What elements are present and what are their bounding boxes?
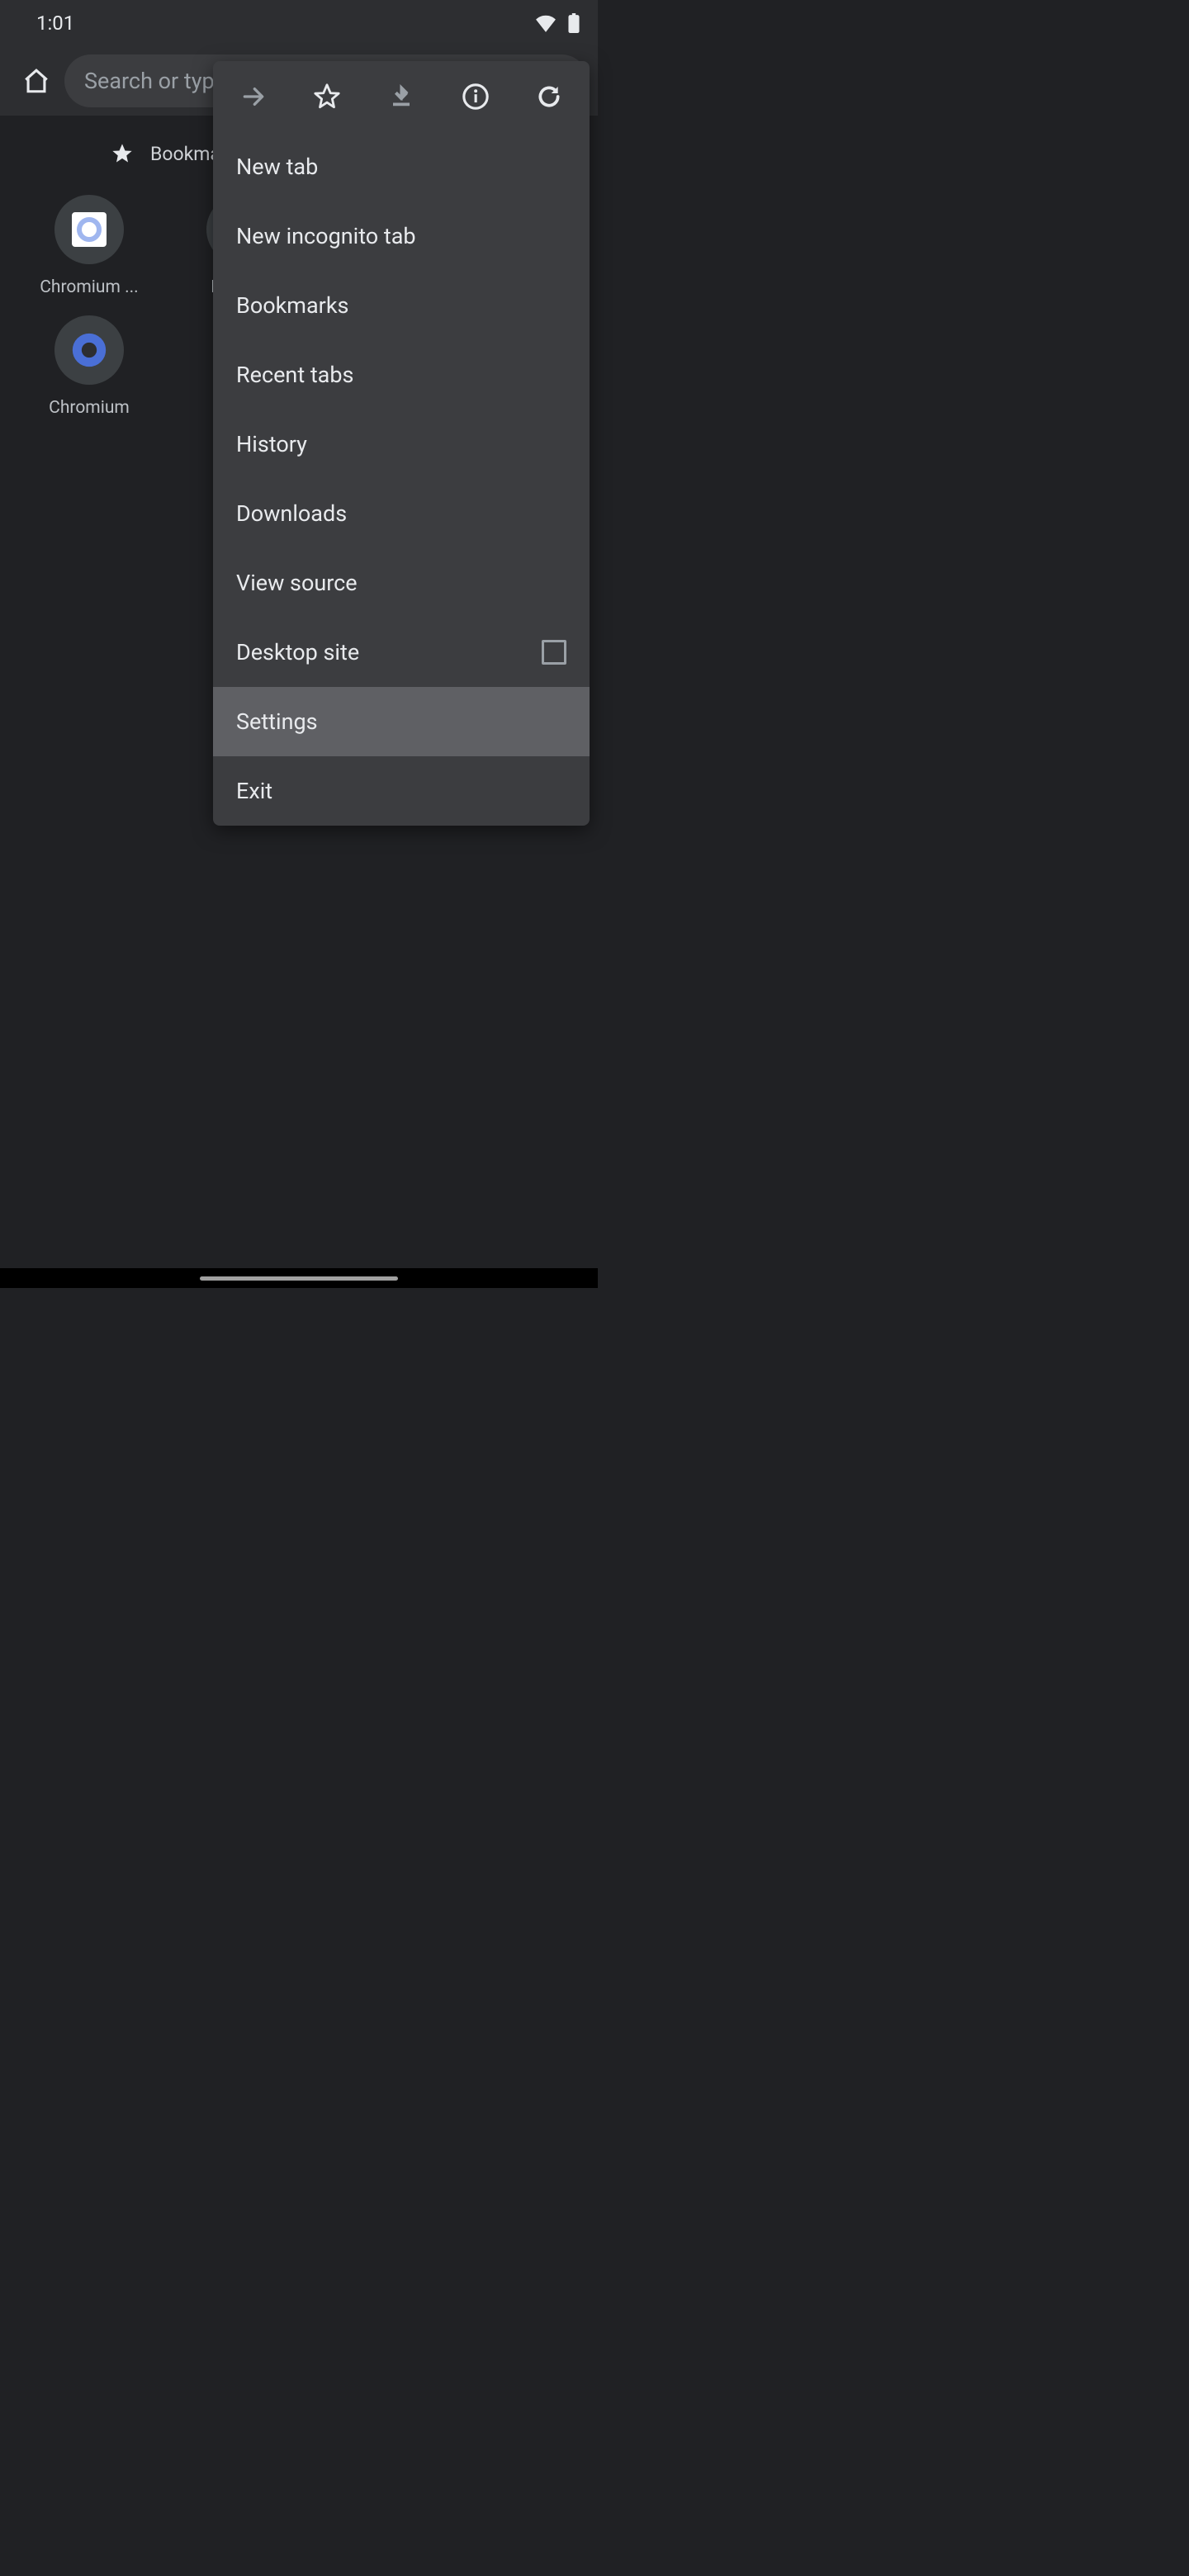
battery-icon <box>568 13 580 33</box>
menu-item-label: New tab <box>236 154 318 180</box>
menu-recent-tabs[interactable]: Recent tabs <box>213 340 590 410</box>
home-button[interactable] <box>13 58 59 104</box>
overflow-menu: New tab New incognito tab Bookmarks Rece… <box>213 61 590 826</box>
desktop-site-checkbox[interactable] <box>542 640 566 665</box>
menu-item-label: Exit <box>236 778 272 804</box>
menu-item-label: View source <box>236 570 358 596</box>
menu-history[interactable]: History <box>213 410 590 479</box>
menu-icon-row <box>213 61 590 132</box>
menu-bookmarks[interactable]: Bookmarks <box>213 271 590 340</box>
menu-new-incognito[interactable]: New incognito tab <box>213 201 590 271</box>
menu-item-label: Desktop site <box>236 639 359 665</box>
menu-settings[interactable]: Settings <box>213 687 590 756</box>
menu-item-label: Recent tabs <box>236 362 353 388</box>
shortcut-icon <box>54 195 124 264</box>
menu-downloads[interactable]: Downloads <box>213 479 590 548</box>
bookmark-button[interactable] <box>291 61 362 132</box>
menu-item-label: New incognito tab <box>236 223 416 249</box>
menu-item-label: Bookmarks <box>236 292 348 319</box>
status-icons <box>535 13 580 33</box>
shortcut-label: Chromium <box>49 398 130 418</box>
menu-exit[interactable]: Exit <box>213 756 590 826</box>
status-bar: 1:01 <box>0 0 598 46</box>
status-time: 1:01 <box>36 12 74 35</box>
download-button[interactable] <box>366 61 437 132</box>
star-filled-icon <box>111 142 134 165</box>
menu-view-source[interactable]: View source <box>213 548 590 618</box>
shortcut-item[interactable]: Chromium ... <box>23 195 155 297</box>
menu-desktop-site[interactable]: Desktop site <box>213 618 590 687</box>
menu-new-tab[interactable]: New tab <box>213 132 590 201</box>
menu-item-label: Settings <box>236 708 318 735</box>
info-button[interactable] <box>440 61 511 132</box>
gesture-pill <box>200 1276 398 1281</box>
refresh-button[interactable] <box>514 61 585 132</box>
shortcut-item[interactable]: Chromium <box>23 315 155 418</box>
menu-item-label: History <box>236 431 307 457</box>
menu-item-label: Downloads <box>236 500 347 527</box>
gesture-nav-bar[interactable] <box>0 1268 598 1288</box>
wifi-icon <box>535 14 557 32</box>
forward-button[interactable] <box>218 61 289 132</box>
shortcut-label: Chromium ... <box>40 277 138 297</box>
shortcut-icon <box>54 315 124 385</box>
